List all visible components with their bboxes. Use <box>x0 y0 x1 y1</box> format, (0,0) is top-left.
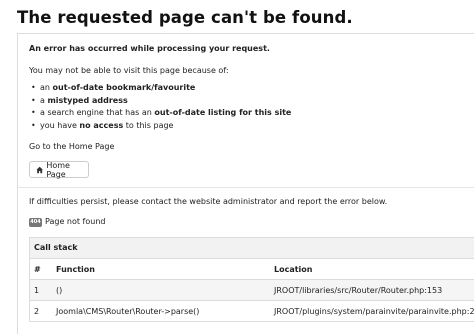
row-function: () <box>52 279 270 301</box>
column-header-location: Location <box>270 259 474 280</box>
call-stack-table: Call stack # Function Location 1 () JROO… <box>29 237 474 322</box>
reason-emphasis: out-of-date listing for this site <box>154 108 292 118</box>
reason-emphasis: no access <box>79 121 124 131</box>
reason-text: an <box>40 83 53 92</box>
error-message: An error has occurred while processing y… <box>29 44 270 53</box>
reason-text: you have <box>40 121 80 131</box>
table-row: 1 () JROOT/libraries/src/Router/Router.p… <box>30 279 474 301</box>
reason-item: you have no access to this page <box>29 120 291 133</box>
home-page-button[interactable]: Home Page <box>29 160 89 179</box>
reasons-list: an out-of-date bookmark/favouritea misty… <box>29 82 291 133</box>
reason-text: to this page <box>123 121 174 131</box>
error-code-badge: 404 <box>29 218 42 227</box>
reason-emphasis: mistyped address <box>47 95 128 105</box>
reason-item: a mistyped address <box>29 95 291 108</box>
call-stack-title: Call stack <box>30 238 474 259</box>
row-function: Joomla\CMS\Router\Router->parse() <box>56 306 200 316</box>
divider <box>18 187 474 188</box>
row-location: JROOT/plugins/system/parainvite/parainvi… <box>274 306 474 316</box>
table-row: 2 Joomla\CMS\Router\Router->parse() JROO… <box>30 301 474 322</box>
column-header-number: # <box>30 259 52 280</box>
reason-item: an out-of-date bookmark/favourite <box>29 82 291 95</box>
home-icon <box>36 166 43 173</box>
home-page-button-label: Home Page <box>46 160 70 179</box>
error-panel: An error has occurred while processing y… <box>17 33 474 334</box>
reason-item: a search engine that has an out-of-date … <box>29 107 291 120</box>
page-title: The requested page can't be found. <box>17 8 353 27</box>
reason-emphasis: out-of-date bookmark/favourite <box>52 83 196 92</box>
row-number: 2 <box>34 306 40 316</box>
row-number: 1 <box>30 279 52 301</box>
go-to-home-text: Go to the Home Page <box>29 142 115 151</box>
column-header-function: Function <box>52 259 270 280</box>
table-header-row: # Function Location <box>30 259 474 280</box>
error-text: Page not found <box>45 217 106 226</box>
reason-text: a search engine that has an <box>40 108 155 118</box>
intro-text: You may not be able to visit this page b… <box>29 66 229 75</box>
persist-message: If difficulties persist, please contact … <box>29 197 388 206</box>
row-location: JROOT/libraries/src/Router/Router.php:15… <box>270 279 474 301</box>
